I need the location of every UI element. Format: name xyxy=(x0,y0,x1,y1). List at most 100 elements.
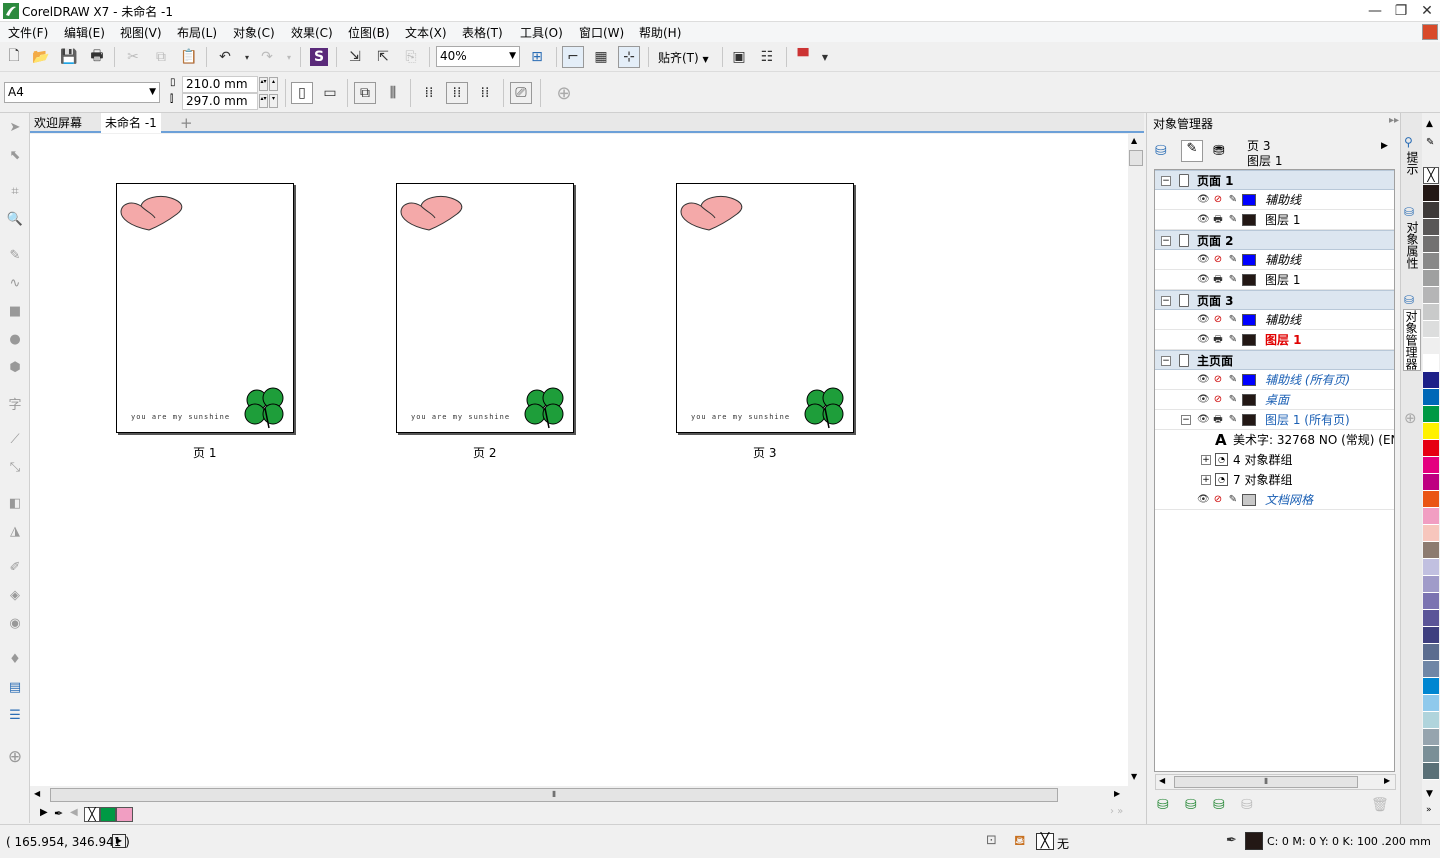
collapse-icon[interactable]: − xyxy=(1161,176,1171,186)
publish-pdf-icon[interactable]: ⎘ xyxy=(400,46,422,68)
tree-object-node[interactable]: A 美术字: 32768 NO (常规) (ENU) xyxy=(1155,430,1394,450)
options-icon[interactable]: ☷ xyxy=(756,46,778,68)
color-eyedropper-icon[interactable]: ✐ xyxy=(5,557,25,577)
collapse-icon[interactable]: − xyxy=(1161,356,1171,366)
palette-swatch[interactable] xyxy=(1423,287,1439,304)
tree-scroll-thumb[interactable]: ⦀ xyxy=(1174,776,1358,788)
palette-swatch[interactable] xyxy=(1423,304,1439,321)
palette-swatch[interactable] xyxy=(1423,695,1439,712)
palette-swatch[interactable] xyxy=(1423,236,1439,253)
editable-pencil-icon[interactable]: ✎ xyxy=(1227,274,1239,286)
palette-swatch[interactable] xyxy=(1423,219,1439,236)
doc-color-swatch-green[interactable] xyxy=(100,807,116,822)
connector-tool-icon[interactable]: ⤡ xyxy=(5,457,25,477)
visibility-eye-icon[interactable]: 👁 xyxy=(1197,254,1210,266)
text-tool-icon[interactable]: 字 xyxy=(5,393,25,413)
layout-grid-1-icon[interactable]: ⁞⁞ xyxy=(418,82,440,104)
palette-swatch[interactable] xyxy=(1423,355,1439,372)
layer-color-swatch[interactable] xyxy=(1242,274,1256,286)
properties-icon[interactable]: ☰ xyxy=(5,705,25,725)
nudge-settings-icon[interactable]: ⎚ xyxy=(510,82,532,104)
copy-icon[interactable]: ⧉ xyxy=(150,46,172,68)
all-pages-icon[interactable]: ⧉ xyxy=(354,82,376,104)
drawing-canvas[interactable]: you are my sunshine 页 1 you are my sunsh… xyxy=(30,134,1130,786)
palette-swatch[interactable] xyxy=(1423,321,1439,338)
tree-horizontal-scrollbar[interactable]: ◀ ⦀ ▶ xyxy=(1155,774,1396,790)
paste-icon[interactable]: 📋 xyxy=(178,46,200,68)
palette-swatch[interactable] xyxy=(1423,729,1439,746)
printable-icon[interactable]: ⊘ xyxy=(1212,494,1224,506)
tab-object-properties[interactable]: 对象属性 xyxy=(1403,221,1421,269)
visibility-eye-icon[interactable]: 👁 xyxy=(1197,214,1210,226)
printable-icon[interactable]: 🖶 xyxy=(1212,274,1224,286)
palette-down-icon[interactable]: ▼ xyxy=(1426,789,1433,799)
no-color-swatch[interactable]: ╳ xyxy=(1423,167,1439,184)
tab-document[interactable]: 未命名 -1 xyxy=(101,113,161,133)
height-spin-icon[interactable]: ▴▾ xyxy=(259,94,268,108)
palette-scroll-right-icon[interactable]: › » xyxy=(1110,806,1123,817)
export-icon[interactable]: ⇱ xyxy=(372,46,394,68)
menu-view[interactable]: 视图(V) xyxy=(120,24,162,41)
visibility-eye-icon[interactable]: 👁 xyxy=(1197,414,1210,426)
tab-object-manager[interactable]: 对象管理器 xyxy=(1403,309,1421,371)
pick-tool-icon[interactable]: ➤ xyxy=(5,117,25,137)
collapse-icon[interactable]: − xyxy=(1181,415,1191,425)
transparency-icon[interactable]: ◮ xyxy=(5,521,25,541)
visibility-eye-icon[interactable]: 👁 xyxy=(1197,334,1210,346)
menu-file[interactable]: 文件(F) xyxy=(8,24,48,41)
palette-swatch[interactable] xyxy=(1423,644,1439,661)
landscape-icon[interactable]: ▭ xyxy=(319,82,341,104)
menu-help[interactable]: 帮助(H) xyxy=(639,24,681,41)
palette-swatch[interactable] xyxy=(1423,627,1439,644)
width-lock-icon[interactable]: ▴ xyxy=(269,77,278,91)
layer-color-swatch[interactable] xyxy=(1242,314,1256,326)
scroll-up-icon[interactable]: ▲ xyxy=(1131,136,1137,145)
layer-color-swatch[interactable] xyxy=(1242,494,1256,506)
menu-edit[interactable]: 编辑(E) xyxy=(64,24,105,41)
tree-layer-node[interactable]: 👁 ⊘ ✎ 辅助线 xyxy=(1155,310,1394,330)
shape-tool-icon[interactable]: ⬉ xyxy=(5,145,25,165)
corel-connect-icon[interactable]: S xyxy=(310,48,328,66)
palette-swatch[interactable] xyxy=(1423,508,1439,525)
visibility-eye-icon[interactable]: 👁 xyxy=(1197,374,1210,386)
palette-swatch[interactable] xyxy=(1423,610,1439,627)
tab-hints[interactable]: 提示 xyxy=(1403,151,1421,175)
scroll-left-icon[interactable]: ◀ xyxy=(1159,776,1165,785)
menu-layout[interactable]: 布局(L) xyxy=(177,24,217,41)
palette-arrow-icon[interactable]: ▶ xyxy=(40,807,48,818)
redo-dropdown-icon[interactable]: ▾ xyxy=(278,46,300,68)
outline-color-swatch[interactable] xyxy=(1245,832,1263,850)
collapse-icon[interactable]: − xyxy=(1161,236,1171,246)
application-launcher-icon[interactable]: ▀ xyxy=(792,46,814,68)
menu-object[interactable]: 对象(C) xyxy=(233,24,275,41)
palette-swatch[interactable] xyxy=(1423,491,1439,508)
palette-swatch[interactable] xyxy=(1423,763,1439,780)
docker-menu-arrow-icon[interactable]: ▶ xyxy=(1381,141,1388,151)
close-button[interactable]: ✕ xyxy=(1414,0,1440,22)
portrait-icon[interactable]: ▯ xyxy=(291,82,313,104)
new-layer-icon[interactable]: ⛁ xyxy=(1157,797,1169,813)
palette-swatch[interactable] xyxy=(1423,253,1439,270)
welcome-screen-icon[interactable]: ▣ xyxy=(728,46,750,68)
menu-bitmaps[interactable]: 位图(B) xyxy=(348,24,390,41)
palette-expand-icon[interactable]: » xyxy=(1426,805,1432,815)
interactive-fill-icon[interactable]: ◈ xyxy=(5,585,25,605)
tab-welcome[interactable]: 欢迎屏幕 xyxy=(30,113,86,133)
scroll-right-icon[interactable]: ▶ xyxy=(1114,789,1120,798)
launcher-dropdown-icon[interactable]: ▼ xyxy=(814,46,836,68)
palette-swatch[interactable] xyxy=(1423,712,1439,729)
menu-effects[interactable]: 效果(C) xyxy=(291,24,333,41)
expand-icon[interactable]: + xyxy=(1201,455,1211,465)
tree-page-node[interactable]: − 页面 2 xyxy=(1155,230,1394,250)
page-thumbnail-3[interactable]: you are my sunshine xyxy=(676,183,854,433)
tree-page-node[interactable]: − 页面 1 xyxy=(1155,170,1394,190)
tree-group-node[interactable]: + ◔ 4 对象群组 xyxy=(1155,450,1394,470)
zoom-tool-icon[interactable]: 🔍 xyxy=(5,209,25,229)
page-height-input[interactable]: 297.0 mm xyxy=(182,93,258,110)
palette-swatch[interactable] xyxy=(1423,542,1439,559)
editable-pencil-icon[interactable]: ✎ xyxy=(1227,494,1239,506)
docker-expand-icon[interactable]: ▸▸ xyxy=(1389,115,1399,126)
tree-page-node[interactable]: − 页面 3 xyxy=(1155,290,1394,310)
layer-color-swatch[interactable] xyxy=(1242,214,1256,226)
palette-swatch[interactable] xyxy=(1423,559,1439,576)
